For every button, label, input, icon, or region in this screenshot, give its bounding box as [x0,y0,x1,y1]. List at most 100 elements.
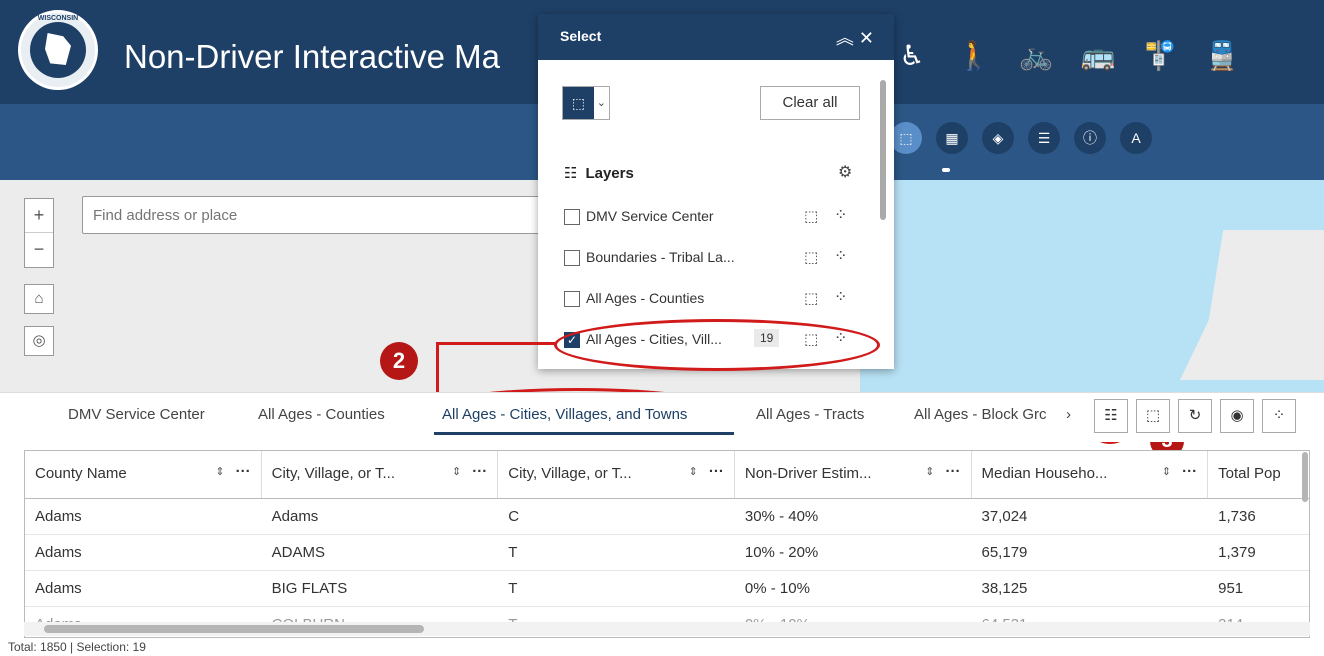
table-cell: 65,179 [981,544,1028,561]
layer-options-icon[interactable]: ⁘ [834,205,847,225]
wheelchair-icon[interactable]: ♿ [890,36,934,76]
layer-checkbox[interactable] [564,209,580,225]
zoom-out-button[interactable]: − [25,233,53,267]
clear-selection-icon[interactable]: ⬚ [804,289,818,307]
clear-selection-icon[interactable]: ⬚ [804,248,818,266]
chevron-down-icon[interactable]: ⌄ [594,87,609,119]
layer-label: Boundaries - Tribal La... [586,249,735,265]
logo-text: WISCONSIN [37,15,79,22]
column-header[interactable]: County Name ⇕ ··· [25,451,262,498]
column-header[interactable]: City, Village, or T... ⇕ ··· [498,451,735,498]
table-horizontal-scrollbar[interactable] [24,622,1310,636]
search-input[interactable] [83,197,503,233]
layer-options-icon[interactable]: ⁘ [834,246,847,266]
table-cell: 10% - 20% [744,544,819,561]
train-icon[interactable]: 🚆 [1200,36,1244,76]
layer-checkbox[interactable] [564,291,580,307]
search-box [82,196,542,234]
bus-stop-icon[interactable]: 🚏 [1138,36,1182,76]
table-cell: 1,736 [1218,508,1256,525]
table-cell: 0% - 10% [744,580,810,597]
pedestrian-icon[interactable]: 🚶 [952,36,996,76]
tab-dmv-service-center[interactable]: DMV Service Center [68,406,205,423]
select-panel-title: Select [560,28,602,44]
active-tab-underline [434,432,734,435]
layers-options-icon[interactable]: ⚙ [838,162,852,182]
column-menu-icon: ··· [472,463,488,480]
column-menu-icon: ··· [708,463,724,480]
table-tools: ☷ ⬚ ↻ ◉ ⁘ [1094,399,1296,433]
tabs-next-icon[interactable]: › [1066,406,1071,423]
table-row[interactable]: Adams BIG FLATS T 0% - 10% 38,125 951 [25,571,1309,607]
collapse-close-icon[interactable]: ︽ ✕ [836,24,874,50]
table-row[interactable]: Adams Adams C 30% - 40% 37,024 1,736 [25,499,1309,535]
table-header: County Name ⇕ ··· City, Village, or T... ⇕ ·… [25,451,1309,499]
annotation-badge-2: 2 [380,342,418,380]
select-cursor-icon[interactable]: ⬚ [563,87,594,119]
panel-scrollbar[interactable] [880,80,886,220]
table-cell: C [508,508,520,525]
table-cell: 37,024 [981,508,1028,525]
active-indicator [942,168,950,172]
table-cell: 1,379 [1218,544,1256,561]
annotation-connector [436,342,439,392]
toggle-visibility-icon[interactable]: ◉ [1220,399,1254,433]
refresh-icon[interactable]: ↻ [1178,399,1212,433]
app-title: Non-Driver Interactive Ma [124,38,500,75]
show-selection-icon[interactable]: ☷ [1094,399,1128,433]
table-cell: Adams [35,544,82,561]
column-header[interactable]: Median Househo... ⇕ ··· [972,451,1209,498]
column-menu-icon: ··· [235,463,251,480]
column-header[interactable]: Non-Driver Estim... ⇕ ··· [735,451,972,498]
bicycle-icon[interactable]: 🚲 [1014,36,1058,76]
table-vertical-scrollbar[interactable] [1302,452,1308,502]
table-cell: ADAMS [271,544,325,561]
layer-checkbox[interactable] [564,250,580,266]
layer-row[interactable]: DMV Service Center ⬚ ⁘ [564,205,864,231]
sort-icon: ⇕ [688,466,698,478]
table-cell: Adams [271,508,319,525]
clear-selection-icon[interactable]: ⬚ [1136,399,1170,433]
tab-block-groups[interactable]: All Ages - Block Grc [914,406,1047,423]
scroll-thumb[interactable] [44,625,424,633]
layer-row[interactable]: Boundaries - Tribal La... ⬚ ⁘ [564,246,864,272]
tab-cities-villages-towns[interactable]: All Ages - Cities, Villages, and Towns [442,406,687,423]
tab-tracts[interactable]: All Ages - Tracts [756,406,864,423]
sort-icon: ⇕ [215,466,225,478]
mode-icons: ♿ 🚶 🚲 🚌 🚏 🚆 [890,36,1244,76]
layers-heading: ☷ Layers [564,165,634,182]
select-panel-header: Select ︽ ✕ [538,14,894,60]
locate-button[interactable]: ◎ [24,326,54,356]
column-header[interactable]: Total Pop [1208,451,1309,498]
clear-all-button[interactable]: Clear all [760,86,860,120]
sort-icon: ⇕ [925,466,935,478]
layers-icon[interactable]: ◈ [982,122,1014,154]
table-cell: 38,125 [981,580,1028,597]
home-button[interactable]: ⌂ [24,284,54,314]
layer-label: DMV Service Center [586,208,714,224]
account-button[interactable]: A [1120,122,1152,154]
table-cell: T [508,580,518,597]
zoom-in-button[interactable]: + [25,199,53,233]
column-menu-icon: ··· [1182,463,1198,480]
table-row[interactable]: Adams ADAMS T 10% - 20% 65,179 1,379 [25,535,1309,571]
select-icon[interactable]: ⬚ [890,122,922,154]
tab-counties[interactable]: All Ages - Counties [258,406,385,423]
attribute-table: County Name ⇕ ··· City, Village, or T... ⇕ ·… [24,450,1310,638]
column-header[interactable]: City, Village, or T... ⇕ ··· [262,451,499,498]
more-options-icon[interactable]: ⁘ [1262,399,1296,433]
selection-tool-dropdown[interactable]: ⬚ ⌄ [562,86,610,120]
table-cell: Adams [35,508,82,525]
legend-list-icon[interactable]: ☰ [1028,122,1060,154]
toolbar-buttons: ⬚ ▦ ◈ ☰ ⓘ A [890,122,1152,154]
bus-icon[interactable]: 🚌 [1076,36,1120,76]
clear-selection-icon[interactable]: ⬚ [804,207,818,225]
info-icon[interactable]: ⓘ [1074,122,1106,154]
table-status: Total: 1850 | Selection: 19 [8,640,146,654]
layer-label: All Ages - Counties [586,290,705,306]
basemap-grid-icon[interactable]: ▦ [936,122,968,154]
layer-row[interactable]: All Ages - Counties ⬚ ⁘ [564,287,864,313]
wisdot-logo: WISCONSIN [18,10,98,90]
layer-options-icon[interactable]: ⁘ [834,287,847,307]
layers-list-icon: ☷ [564,165,578,182]
